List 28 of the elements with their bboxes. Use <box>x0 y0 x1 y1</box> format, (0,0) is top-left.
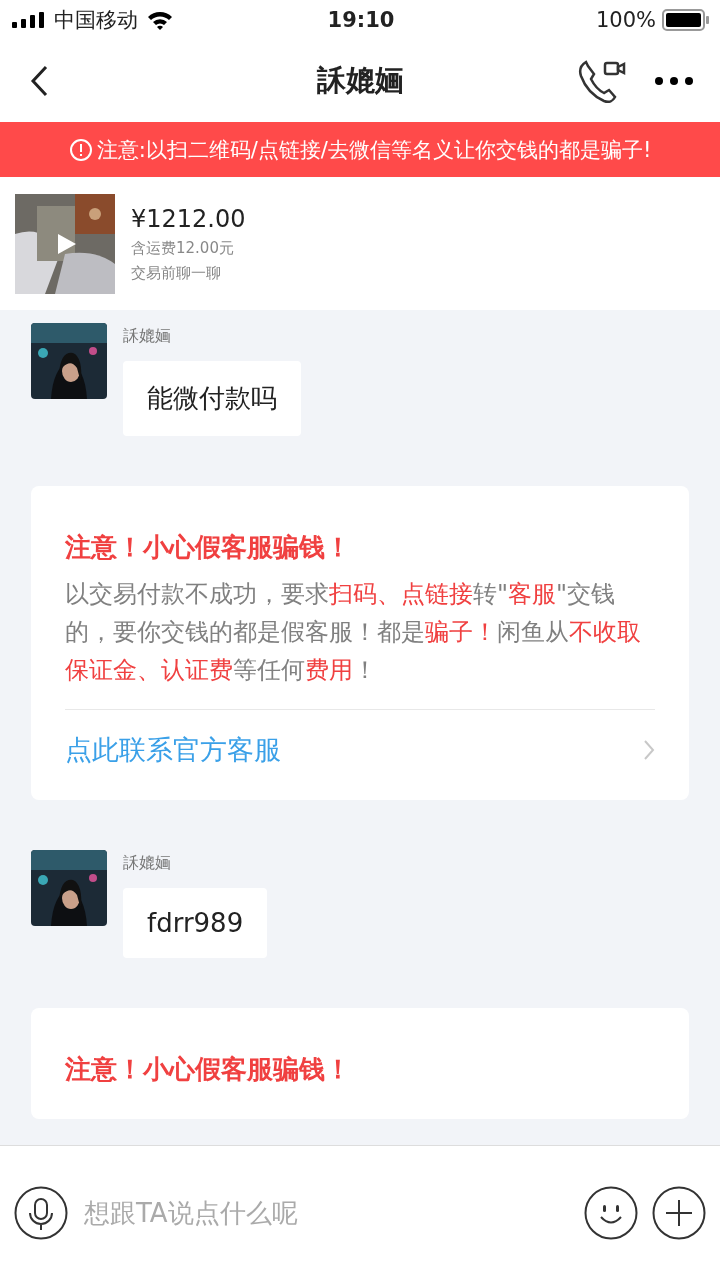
play-icon[interactable] <box>56 231 78 256</box>
more-icon[interactable] <box>654 76 694 86</box>
alert-icon <box>68 137 93 162</box>
wifi-icon <box>146 10 174 30</box>
warning-text: 以交易付款不成功，要求扫码、点链接转"客服"交钱的，要你交钱的都是假客服！都是骗子！闲鱼从不收取保证金、认证费等任何费用！ <box>65 579 642 686</box>
warning-title: 注意！小心假客服骗钱！ <box>65 531 352 564</box>
status-time: 19:10 <box>327 8 395 32</box>
video-call-icon[interactable] <box>578 58 626 104</box>
battery-percent: 100% <box>595 8 656 32</box>
chat-note: 交易前聊一聊 <box>131 263 222 283</box>
sender-name: 訸媲婳 <box>123 853 171 874</box>
banner-text: 注意:以扫二维码/点链接/去微信等名义让你交钱的都是骗子! <box>96 136 652 164</box>
signal-icon <box>12 12 46 28</box>
message-bubble: fdrr989 <box>123 888 268 958</box>
message-input[interactable]: 想跟TA说点什么呢 <box>82 1197 570 1229</box>
warning-title: 注意！小心假客服骗钱！ <box>65 1053 352 1086</box>
battery-icon <box>662 9 710 31</box>
add-icon[interactable] <box>652 1186 706 1240</box>
emoji-icon[interactable] <box>584 1186 638 1240</box>
product-price: ¥1212.00 <box>131 204 246 233</box>
shipping-fee: 含运费12.00元 <box>131 238 235 258</box>
chat-title: 訸媲婳 <box>316 62 404 99</box>
microphone-icon[interactable] <box>14 1186 68 1240</box>
carrier-name: 中国移动 <box>54 7 138 34</box>
sender-name: 訸媲婳 <box>123 326 171 347</box>
message-bubble: 能微付款吗 <box>123 361 301 436</box>
contact-support-link[interactable]: 点此联系官方客服 <box>65 732 655 768</box>
chevron-icon <box>643 739 655 761</box>
